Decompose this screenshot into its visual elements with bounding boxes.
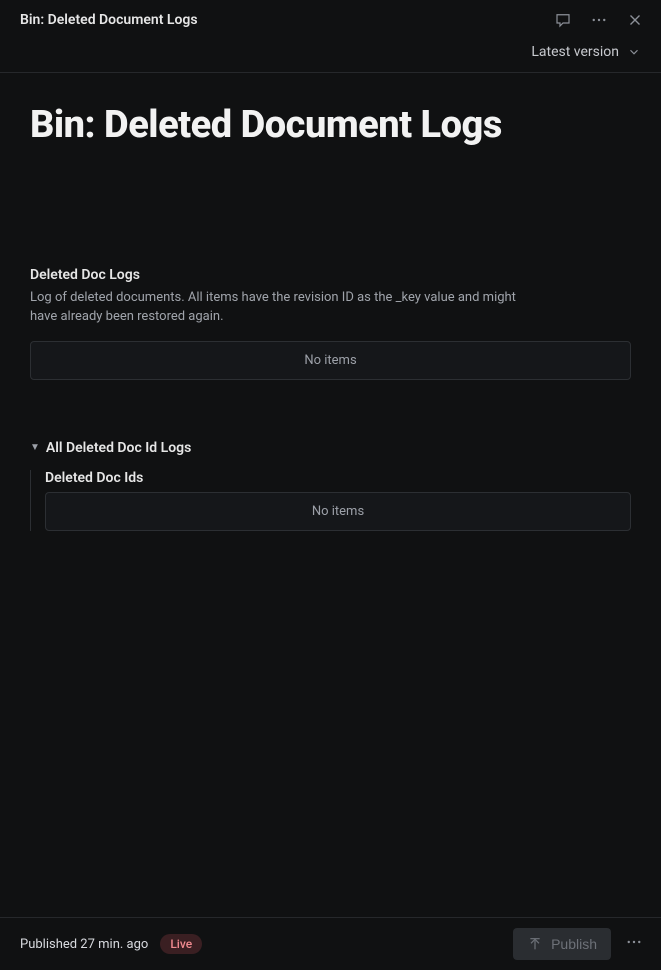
section-all-deleted-doc-id-logs: ▼ All Deleted Doc Id Logs Deleted Doc Id… xyxy=(30,440,631,531)
footer-status: Published 27 min. ago Live xyxy=(20,934,202,954)
footer-more-icon[interactable] xyxy=(621,929,647,959)
topbar: Bin: Deleted Document Logs xyxy=(0,0,661,38)
field-label: Deleted Doc Ids xyxy=(45,470,631,486)
version-label: Latest version xyxy=(531,44,619,60)
footer-actions: Publish xyxy=(513,928,647,960)
document-content: Bin: Deleted Document Logs Deleted Doc L… xyxy=(0,73,661,917)
topbar-actions xyxy=(553,10,645,30)
field-description: Log of deleted documents. All items have… xyxy=(30,289,530,327)
version-bar[interactable]: Latest version xyxy=(0,38,661,73)
caret-down-icon: ▼ xyxy=(30,442,40,453)
collapse-label: All Deleted Doc Id Logs xyxy=(46,440,191,456)
page-title: Bin: Deleted Document Logs xyxy=(30,103,631,147)
comments-icon[interactable] xyxy=(553,10,573,30)
collapse-toggle[interactable]: ▼ All Deleted Doc Id Logs xyxy=(30,440,631,456)
publish-arrow-icon xyxy=(527,936,543,952)
published-timestamp: Published 27 min. ago xyxy=(20,937,148,952)
document-breadcrumb-title: Bin: Deleted Document Logs xyxy=(20,12,198,28)
field-label: Deleted Doc Logs xyxy=(30,267,631,283)
section-deleted-doc-logs: Deleted Doc Logs Log of deleted document… xyxy=(30,267,631,380)
empty-list-box[interactable]: No items xyxy=(30,341,631,380)
more-menu-icon[interactable] xyxy=(589,10,609,30)
empty-list-box[interactable]: No items xyxy=(45,492,631,531)
chevron-down-icon xyxy=(627,45,641,59)
footer-bar: Published 27 min. ago Live Publish xyxy=(0,917,661,970)
nested-field: Deleted Doc Ids No items xyxy=(30,470,631,531)
publish-button-label: Publish xyxy=(551,936,597,952)
close-icon[interactable] xyxy=(625,10,645,30)
live-status-badge: Live xyxy=(160,934,202,954)
publish-button[interactable]: Publish xyxy=(513,928,611,960)
